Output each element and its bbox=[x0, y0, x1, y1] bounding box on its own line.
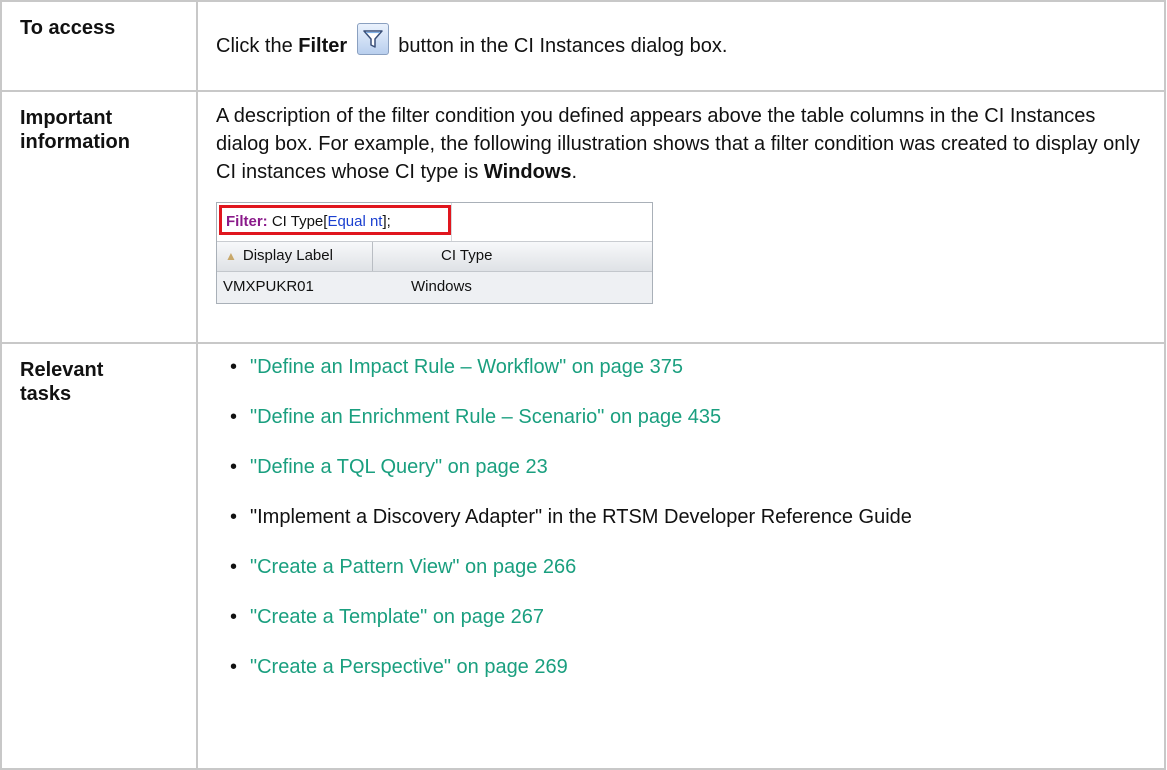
bullet-icon: • bbox=[230, 606, 238, 628]
list-item: • "Create a Perspective" on page 269 bbox=[230, 648, 1154, 698]
filter-illustration: Filter: CI Type[Equal nt]; ▲ Display Labe… bbox=[216, 202, 653, 304]
access-text-after: button in the CI Instances dialog box. bbox=[392, 35, 728, 57]
task-link[interactable]: "Create a Pattern View" on page 266 bbox=[250, 556, 576, 578]
filter-condition-highlight: Filter: CI Type[Equal nt]; bbox=[219, 205, 451, 235]
access-text-before: Click the bbox=[216, 35, 299, 57]
task-link[interactable]: "Create a Perspective" on page 269 bbox=[250, 656, 568, 678]
bullet-icon: • bbox=[230, 356, 238, 378]
header-display-label-text: Display Label bbox=[242, 247, 333, 264]
header-ci-type: CI Type bbox=[441, 247, 493, 264]
list-item: • "Create a Pattern View" on page 266 bbox=[230, 548, 1154, 598]
important-description: A description of the filter condition yo… bbox=[196, 90, 1166, 344]
illustration-data-row: VMXPUKR01 Windows bbox=[217, 272, 652, 303]
bullet-icon: • bbox=[230, 506, 238, 528]
filter-text-b: Equal nt bbox=[327, 213, 383, 230]
heading-important-line2: information bbox=[20, 131, 130, 153]
sort-ascending-icon: ▲ bbox=[225, 249, 237, 263]
filter-row-divider bbox=[451, 203, 452, 241]
relevant-tasks-list: • "Define an Impact Rule – Workflow" on p… bbox=[216, 344, 1154, 698]
heading-important-line1: Important bbox=[20, 107, 113, 129]
access-bold-filter: Filter bbox=[298, 35, 348, 57]
list-item: • "Define a TQL Query" on page 23 bbox=[230, 448, 1154, 498]
filter-row: Filter: CI Type[Equal nt]; bbox=[217, 203, 652, 242]
heading-relevant-line1: Relevant bbox=[20, 359, 104, 381]
list-item: • "Create a Template" on page 267 bbox=[230, 598, 1154, 648]
header-display-label: ▲ Display Label bbox=[217, 242, 373, 271]
task-link[interactable]: "Define a TQL Query" on page 23 bbox=[250, 456, 548, 478]
cell-ci-type: Windows bbox=[411, 278, 472, 295]
heading-relevant-line2: tasks bbox=[20, 383, 72, 405]
heading-important-information: Important information bbox=[0, 90, 198, 344]
filter-text-a: CI Type[ bbox=[267, 213, 328, 230]
list-item: • "Define an Impact Rule – Workflow" on p… bbox=[230, 348, 1154, 398]
list-item: • "Define an Enrichment Rule – Scenario" … bbox=[230, 398, 1154, 448]
row-important-information: Important information A description of t… bbox=[0, 90, 1166, 344]
bullet-icon: • bbox=[230, 456, 238, 478]
task-link[interactable]: "Create a Template" on page 267 bbox=[250, 606, 544, 628]
bullet-icon: • bbox=[230, 556, 238, 578]
bullet-icon: • bbox=[230, 406, 238, 428]
row-relevant-tasks: Relevant tasks • "Define an Impact Rule –… bbox=[0, 342, 1166, 770]
bullet-icon: • bbox=[230, 656, 238, 678]
row-to-access: To access Click the Filter button in the… bbox=[0, 0, 1166, 92]
filter-label: Filter: bbox=[226, 213, 268, 230]
heading-relevant-tasks: Relevant tasks bbox=[0, 342, 198, 770]
list-item: • "Implement a Discovery Adapter" in the … bbox=[230, 498, 1154, 548]
filter-funnel-icon bbox=[356, 23, 389, 55]
cell-display-label: VMXPUKR01 bbox=[223, 278, 314, 295]
illustration-header-row: ▲ Display Label CI Type bbox=[217, 242, 652, 272]
important-text: A description of the filter condition yo… bbox=[216, 105, 1140, 183]
task-link[interactable]: "Define an Enrichment Rule – Scenario" o… bbox=[250, 406, 721, 428]
access-description: Click the Filter button in the CI Instan… bbox=[196, 0, 1166, 92]
filter-text-c: ]; bbox=[382, 213, 391, 230]
relevant-tasks-list-cell: • "Define an Impact Rule – Workflow" on p… bbox=[196, 342, 1166, 770]
task-text: "Implement a Discovery Adapter" in the R… bbox=[250, 506, 912, 528]
heading-to-access: To access bbox=[0, 0, 198, 92]
info-table: To access Click the Filter button in the… bbox=[0, 0, 1166, 770]
important-bold-windows: Windows bbox=[483, 161, 572, 183]
important-text-end: . bbox=[571, 161, 578, 183]
task-link[interactable]: "Define an Impact Rule – Workflow" on pa… bbox=[250, 356, 683, 378]
